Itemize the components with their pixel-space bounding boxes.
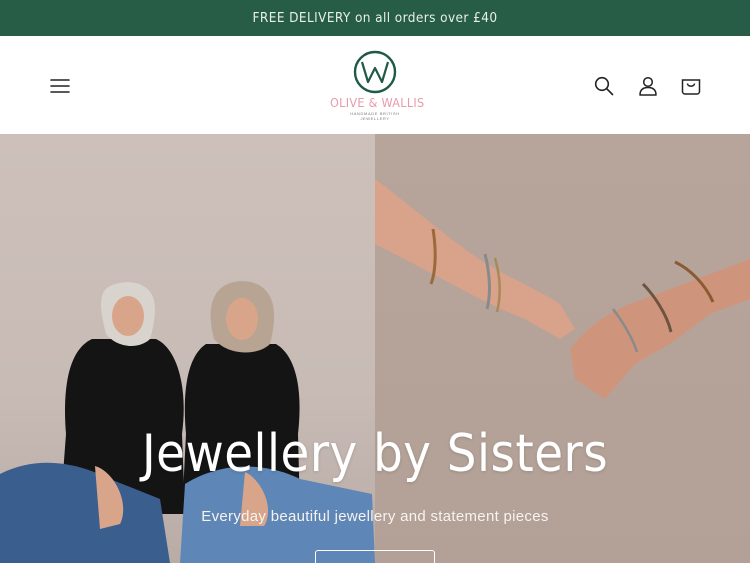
logo-tagline: HANDMADE BRITISH JEWELLERY (330, 111, 420, 121)
search-button[interactable] (590, 72, 618, 100)
hamburger-icon (50, 79, 70, 93)
hero-image-hands (375, 134, 750, 563)
sisters-photo-illustration (0, 281, 375, 563)
menu-button[interactable] (46, 72, 74, 100)
hero-image-sisters (0, 134, 375, 563)
site-header: OLIVE & WALLIS HANDMADE BRITISH JEWELLER… (0, 36, 750, 134)
cart-button[interactable] (677, 72, 705, 100)
hands-bracelets-illustration (375, 179, 750, 399)
hero-banner: Jewellery by Sisters Everyday beautiful … (0, 134, 750, 563)
hero-cta-button[interactable] (315, 550, 435, 563)
announcement-bar: FREE DELIVERY on all orders over £40 (0, 0, 750, 36)
announcement-text: FREE DELIVERY on all orders over £40 (252, 10, 498, 26)
account-icon (639, 76, 657, 96)
cart-icon (681, 79, 701, 95)
logo-wordmark: OLIVE & WALLIS (330, 95, 425, 110)
hero-subtitle: Everyday beautiful jewellery and stateme… (201, 508, 549, 525)
search-icon (594, 76, 614, 96)
account-button[interactable] (634, 72, 662, 100)
logo-monogram (353, 50, 397, 94)
hero-title: Jewellery by Sisters (141, 424, 609, 484)
logo-tagline-line2: JEWELLERY (360, 116, 390, 121)
site-logo[interactable]: OLIVE & WALLIS HANDMADE BRITISH JEWELLER… (330, 50, 425, 124)
